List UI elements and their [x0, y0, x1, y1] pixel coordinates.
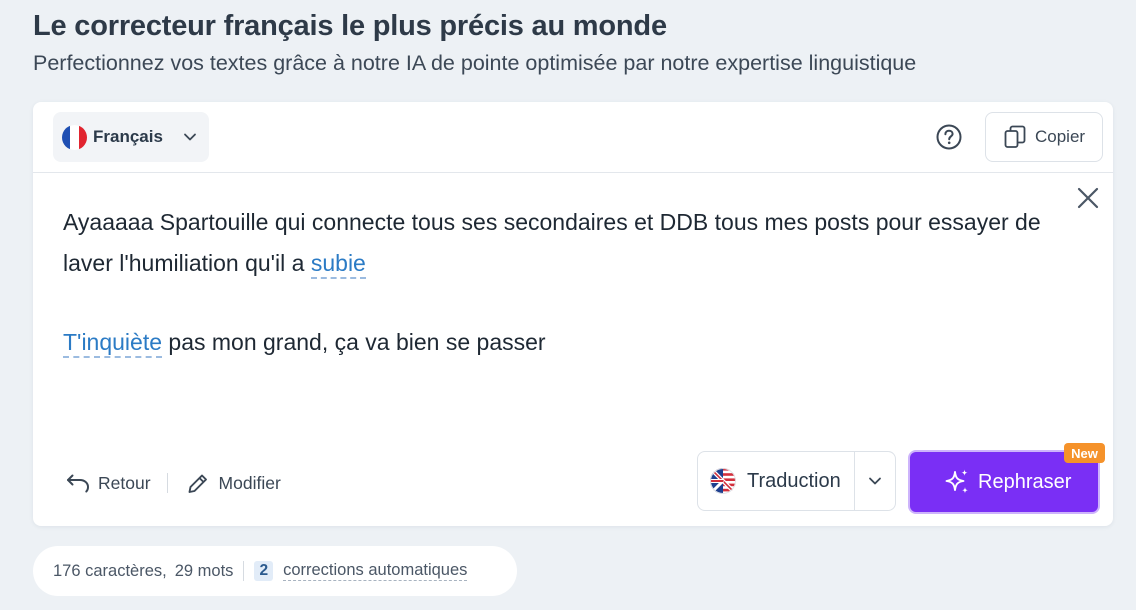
edit-label: Modifier: [218, 472, 281, 493]
character-count: 176 caractères,: [53, 561, 167, 580]
language-select[interactable]: Français: [53, 112, 209, 162]
sparkles-icon: [945, 469, 968, 494]
question-circle-icon[interactable]: [935, 123, 963, 151]
chevron-down-icon: [869, 477, 881, 485]
edit-button[interactable]: Modifier: [186, 472, 281, 494]
undo-arrow-icon: [67, 474, 90, 493]
rephrase-label: Rephraser: [978, 470, 1072, 493]
translate-label: Traduction: [747, 469, 841, 492]
editor-paragraph: T'inquiète pas mon grand, ça va bien se …: [63, 322, 1053, 363]
uk-us-flag-icon: [710, 468, 736, 494]
page-title: Le correcteur français le plus précis au…: [33, 10, 667, 42]
editor-actions: Retour Modifier: [65, 468, 281, 498]
auto-corrections-link[interactable]: corrections automatiques: [283, 561, 468, 581]
page: Le correcteur français le plus précis au…: [0, 0, 1136, 610]
card-toolbar: Français Copier: [33, 102, 1113, 173]
translate-options-button[interactable]: [855, 452, 895, 510]
word-count: 29 mots: [174, 561, 234, 580]
corrector-card: Français Copier Ayaaaaa Spartouille qui …: [33, 102, 1113, 526]
france-flag-icon: [62, 124, 87, 150]
page-subtitle: Perfectionnez vos textes grâce à notre I…: [33, 51, 917, 75]
copy-icon: [1004, 125, 1026, 148]
divider: [166, 473, 168, 493]
corrections-count-badge: 2: [254, 561, 274, 581]
editor-text: pas mon grand, ça va bien se passer: [162, 329, 546, 355]
translate-button[interactable]: Traduction: [698, 452, 855, 510]
text-editor[interactable]: Ayaaaaa Spartouille qui connecte tous se…: [63, 202, 1053, 363]
correction-highlight[interactable]: T'inquiète: [63, 329, 163, 358]
copy-label: Copier: [1035, 127, 1086, 146]
correction-highlight[interactable]: subie: [310, 250, 366, 279]
translate-group: Traduction: [697, 451, 896, 511]
editor-paragraph: Ayaaaaa Spartouille qui connecte tous se…: [63, 202, 1053, 284]
stats-bar: 176 caractères, 29 mots 2 corrections au…: [33, 546, 517, 596]
divider: [243, 561, 245, 581]
editor-text: Ayaaaaa Spartouille qui connecte tous se…: [63, 209, 1041, 276]
back-button[interactable]: Retour: [65, 472, 151, 494]
back-label: Retour: [98, 472, 151, 493]
copy-button[interactable]: Copier: [985, 112, 1103, 162]
language-label: Français: [93, 127, 163, 146]
new-badge: New: [1064, 443, 1105, 463]
pencil-icon: [188, 474, 207, 493]
chevron-down-icon: [184, 133, 196, 141]
close-icon[interactable]: [1076, 186, 1100, 210]
